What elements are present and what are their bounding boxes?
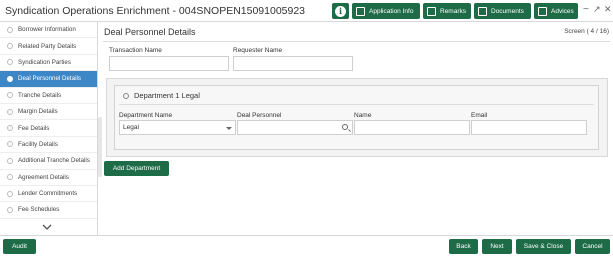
- divider: [119, 104, 594, 105]
- maximize-icon[interactable]: ↗: [593, 4, 601, 15]
- documents-button[interactable]: Documents: [474, 3, 531, 19]
- requester-name-input[interactable]: [233, 56, 353, 71]
- sidebar-item-label: Margin Details: [18, 108, 58, 116]
- sidebar-item-facility-details[interactable]: Facility Details: [0, 137, 97, 154]
- sidebar-item-label: Additional Tranche Details: [18, 157, 90, 165]
- page-title: Deal Personnel Details: [104, 27, 196, 37]
- cancel-button[interactable]: Cancel: [575, 239, 610, 254]
- advices-label: Advices: [551, 7, 574, 15]
- email-label: Email: [471, 112, 488, 119]
- remarks-icon: [427, 6, 436, 16]
- department-name-value: Legal: [123, 124, 139, 131]
- info-icon: i: [335, 5, 346, 17]
- main-content: Deal Personnel Details Screen ( 4 / 16) …: [103, 22, 613, 235]
- sidebar-item-label: Fee Details: [18, 124, 50, 132]
- window-title: Syndication Operations Enrichment - 004S…: [5, 5, 306, 17]
- deal-personnel-input[interactable]: [237, 120, 353, 135]
- sidebar-item-label: Agreement Details: [18, 173, 69, 181]
- collapse-icon: [123, 92, 129, 99]
- sidebar-item-label: Fee Schedules: [18, 206, 60, 214]
- documents-icon: [478, 6, 487, 16]
- divider: [103, 41, 610, 42]
- sidebar-item-label: Syndication Parties: [18, 58, 71, 66]
- screen-indicator: Screen ( 4 / 16): [564, 28, 609, 35]
- name-label: Name: [354, 112, 372, 119]
- department-card: Department 1 Legal Department Name Legal…: [114, 85, 599, 150]
- audit-button[interactable]: Audit: [3, 239, 36, 254]
- status-dot-icon: [7, 157, 13, 164]
- next-button[interactable]: Next: [482, 239, 512, 254]
- sidebar-item-fee-details[interactable]: Fee Details: [0, 120, 97, 137]
- info-button[interactable]: i: [332, 3, 349, 19]
- sidebar-item-label: Lender Commitments: [18, 190, 78, 198]
- status-dot-icon: [7, 206, 13, 213]
- requester-name-label: Requester Name: [233, 47, 283, 54]
- sidebar-scrollbar[interactable]: [98, 117, 102, 177]
- sidebar-item-label: Related Party Details: [18, 42, 77, 50]
- deal-personnel-label: Deal Personnel: [237, 112, 282, 119]
- documents-label: Documents: [491, 7, 524, 15]
- status-dot-icon: [7, 141, 13, 148]
- department-header[interactable]: Department 1 Legal: [123, 91, 200, 100]
- sidebar-item-additional-tranche-details[interactable]: Additional Tranche Details: [0, 153, 97, 170]
- status-dot-icon: [7, 108, 13, 115]
- sidebar: Borrower Information Related Party Detai…: [0, 22, 98, 235]
- sidebar-item-borrower-information[interactable]: Borrower Information: [0, 22, 97, 39]
- sidebar-item-agreement-details[interactable]: Agreement Details: [0, 170, 97, 186]
- sidebar-item-deal-personnel-details[interactable]: Deal Personnel Details: [0, 71, 97, 88]
- advices-icon: [538, 6, 547, 16]
- department-panel: Department 1 Legal Department Name Legal…: [106, 78, 608, 157]
- application-info-button[interactable]: Application Info: [352, 3, 420, 19]
- name-input[interactable]: [354, 120, 470, 135]
- remarks-label: Remarks: [440, 7, 467, 15]
- close-icon[interactable]: ✕: [604, 4, 612, 15]
- status-dot-icon: [7, 174, 13, 181]
- save-close-button[interactable]: Save & Close: [516, 239, 571, 254]
- status-dot-icon: [7, 190, 13, 197]
- email-input[interactable]: [471, 120, 587, 135]
- add-department-button[interactable]: Add Department: [104, 161, 169, 176]
- department-name-select[interactable]: Legal: [119, 120, 236, 135]
- status-dot-icon: [7, 59, 13, 66]
- sidebar-item-related-party-details[interactable]: Related Party Details: [0, 38, 97, 55]
- sidebar-item-syndication-parties[interactable]: Syndication Parties: [0, 55, 97, 72]
- sidebar-item-fee-schedules[interactable]: Fee Schedules: [0, 202, 97, 219]
- department-header-label: Department 1 Legal: [134, 91, 200, 100]
- remarks-button[interactable]: Remarks: [423, 3, 471, 19]
- status-dot-icon: [7, 26, 13, 33]
- status-dot-icon: [7, 43, 13, 50]
- minimize-icon[interactable]: −: [583, 4, 589, 15]
- footer: Audit Back Next Save & Close Cancel: [0, 235, 613, 256]
- status-dot-icon: [7, 125, 13, 132]
- sidebar-item-lender-commitments[interactable]: Lender Commitments: [0, 186, 97, 203]
- sidebar-item-margin-details[interactable]: Margin Details: [0, 104, 97, 121]
- department-name-label: Department Name: [119, 112, 173, 119]
- advices-button[interactable]: Advices: [534, 3, 578, 19]
- transaction-name-label: Transaction Name: [109, 47, 162, 54]
- chevron-down-icon[interactable]: [42, 222, 52, 232]
- sidebar-item-label: Borrower Information: [18, 26, 76, 34]
- application-info-label: Application Info: [369, 7, 414, 15]
- application-info-icon: [356, 6, 365, 16]
- sidebar-item-label: Deal Personnel Details: [18, 75, 81, 83]
- sidebar-item-tranche-details[interactable]: Tranche Details: [0, 88, 97, 104]
- status-dot-icon: [7, 75, 13, 82]
- sidebar-item-label: Tranche Details: [18, 91, 62, 99]
- transaction-name-input[interactable]: [109, 56, 229, 71]
- dropdown-arrow-icon: [226, 127, 232, 130]
- status-dot-icon: [7, 92, 13, 99]
- back-button[interactable]: Back: [449, 239, 478, 254]
- search-icon[interactable]: [342, 124, 348, 130]
- app-header: Syndication Operations Enrichment - 004S…: [0, 0, 613, 22]
- sidebar-item-label: Facility Details: [18, 140, 58, 148]
